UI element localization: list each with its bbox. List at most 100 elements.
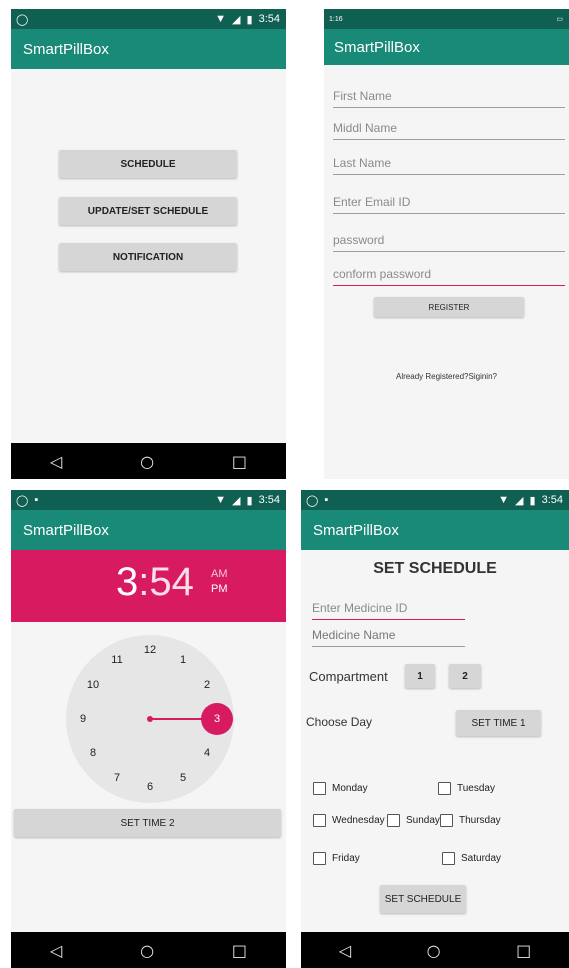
status-bar: 1:16 ▭ [324,9,569,29]
battery-icon: ▮ [529,494,536,507]
medicine-id-input[interactable]: Enter Medicine ID [312,601,465,620]
whatsapp-icon: ◯ [306,494,319,507]
image-icon: ▪ [324,494,329,506]
medicine-name-input[interactable]: Medicine Name [312,628,465,647]
dial-1[interactable]: 1 [180,654,186,666]
thursday-checkbox[interactable]: Thursday [440,814,501,827]
signal-icon: ◢ [232,494,241,507]
back-icon[interactable]: ◁ [50,941,62,960]
dial-2[interactable]: 2 [204,679,210,691]
clock-center [147,716,153,722]
back-icon[interactable]: ◁ [50,452,62,471]
schedule-heading: SET SCHEDULE [373,560,497,577]
friday-checkbox[interactable]: Friday [313,852,360,865]
app-bar: SmartPillBox [11,510,286,550]
compartment-label: Compartment [309,669,388,684]
status-bar: ◯ ▪ ▼ ◢ ▮ 3:54 [301,490,569,510]
dial-10[interactable]: 10 [87,679,99,691]
time-separator: : [138,560,150,604]
register-button[interactable]: REGISTER [374,297,524,317]
nav-bar: ◁ ○ □ [11,932,286,968]
am-toggle[interactable]: AM [211,568,228,580]
day-label: Wednesday [332,815,385,826]
app-bar: SmartPillBox [301,510,569,550]
update-schedule-button[interactable]: UPDATE/SET SCHEDULE [59,197,237,225]
checkbox-box[interactable] [440,814,453,827]
home-icon[interactable]: ○ [140,452,154,471]
wifi-icon: ▼ [215,13,227,25]
home-screen: ◯ ▼ ◢ ▮ 3:54 SmartPillBox SCHEDULE UPDAT… [11,9,286,479]
dial-6[interactable]: 6 [147,781,153,793]
password-input[interactable]: password [333,233,565,252]
app-bar: SmartPillBox [11,29,286,69]
status-bar: ◯ ▪ ▼ ◢ ▮ 3:54 [11,490,286,510]
wednesday-checkbox[interactable]: Wednesday [313,814,385,827]
battery-icon: ▮ [246,13,253,26]
status-time: 3:54 [541,494,563,506]
email-input[interactable]: Enter Email ID [333,195,565,214]
dial-5[interactable]: 5 [180,772,186,784]
status-bar: ◯ ▼ ◢ ▮ 3:54 [11,9,286,29]
minute-display[interactable]: 54 [149,560,194,605]
app-title: SmartPillBox [23,40,109,58]
checkbox-box[interactable] [438,782,451,795]
checkbox-box[interactable] [387,814,400,827]
wifi-icon: ▼ [215,494,227,506]
day-label: Saturday [461,853,502,864]
set-schedule-screen: ◯ ▪ ▼ ◢ ▮ 3:54 SmartPillBox SET SCHEDULE… [301,490,569,968]
day-label: Tuesday [457,783,495,794]
set-time-2-button[interactable]: SET TIME 2 [14,809,281,837]
first-name-input[interactable]: First Name [333,89,565,108]
day-label: Friday [332,853,360,864]
last-name-input[interactable]: Last Name [333,156,565,175]
checkbox-box[interactable] [313,852,326,865]
monday-checkbox[interactable]: Monday [313,782,368,795]
recent-apps-icon[interactable]: □ [232,941,247,960]
day-label: Monday [332,783,368,794]
back-icon[interactable]: ◁ [339,941,351,960]
nav-bar: ◁ ○ □ [11,443,286,479]
compartment-2-button[interactable]: 2 [449,664,481,688]
app-title: SmartPillBox [334,38,420,56]
time-header: 3 : 54 AM PM [11,550,286,622]
day-label: Thursday [459,815,501,826]
dial-7[interactable]: 7 [114,772,120,784]
dial-3[interactable]: 3 [214,713,220,725]
set-schedule-button[interactable]: SET SCHEDULE [380,885,466,913]
checkbox-box[interactable] [442,852,455,865]
dial-11[interactable]: 11 [111,654,122,666]
status-time: 3:54 [258,494,280,506]
app-title: SmartPillBox [23,521,109,539]
confirm-password-input[interactable]: conform password [333,267,565,286]
battery-icon: ▮ [246,494,253,507]
dial-8[interactable]: 8 [90,747,96,759]
app-title: SmartPillBox [313,521,399,539]
compartment-1-button[interactable]: 1 [405,664,435,688]
wifi-icon: ▼ [498,494,510,506]
notification-button[interactable]: NOTIFICATION [59,243,237,271]
set-time-1-button[interactable]: SET TIME 1 [456,710,541,736]
hour-display[interactable]: 3 [116,560,138,605]
clock-dial[interactable]: 12 1 2 3 4 5 6 7 8 9 10 11 [66,635,234,803]
recent-apps-icon[interactable]: □ [516,941,531,960]
app-bar: SmartPillBox [324,29,569,65]
home-icon[interactable]: ○ [427,941,441,960]
saturday-checkbox[interactable]: Saturday [442,852,501,865]
schedule-button[interactable]: SCHEDULE [59,150,237,178]
sunday-checkbox[interactable]: Sunday [387,814,440,827]
middle-name-input[interactable]: Middl Name [333,121,565,140]
home-icon[interactable]: ○ [140,941,154,960]
signin-link[interactable]: Already Registered?Siginin? [324,372,569,381]
tuesday-checkbox[interactable]: Tuesday [438,782,495,795]
whatsapp-icon: ◯ [16,494,29,507]
status-time: 3:54 [258,13,280,25]
checkbox-box[interactable] [313,782,326,795]
dial-12[interactable]: 12 [144,644,156,656]
pm-toggle[interactable]: PM [211,583,228,595]
day-label: Sunday [406,815,440,826]
checkbox-box[interactable] [313,814,326,827]
choose-day-label: Choose Day [306,715,373,729]
dial-9[interactable]: 9 [80,713,86,725]
recent-apps-icon[interactable]: □ [232,452,247,471]
dial-4[interactable]: 4 [204,747,210,759]
